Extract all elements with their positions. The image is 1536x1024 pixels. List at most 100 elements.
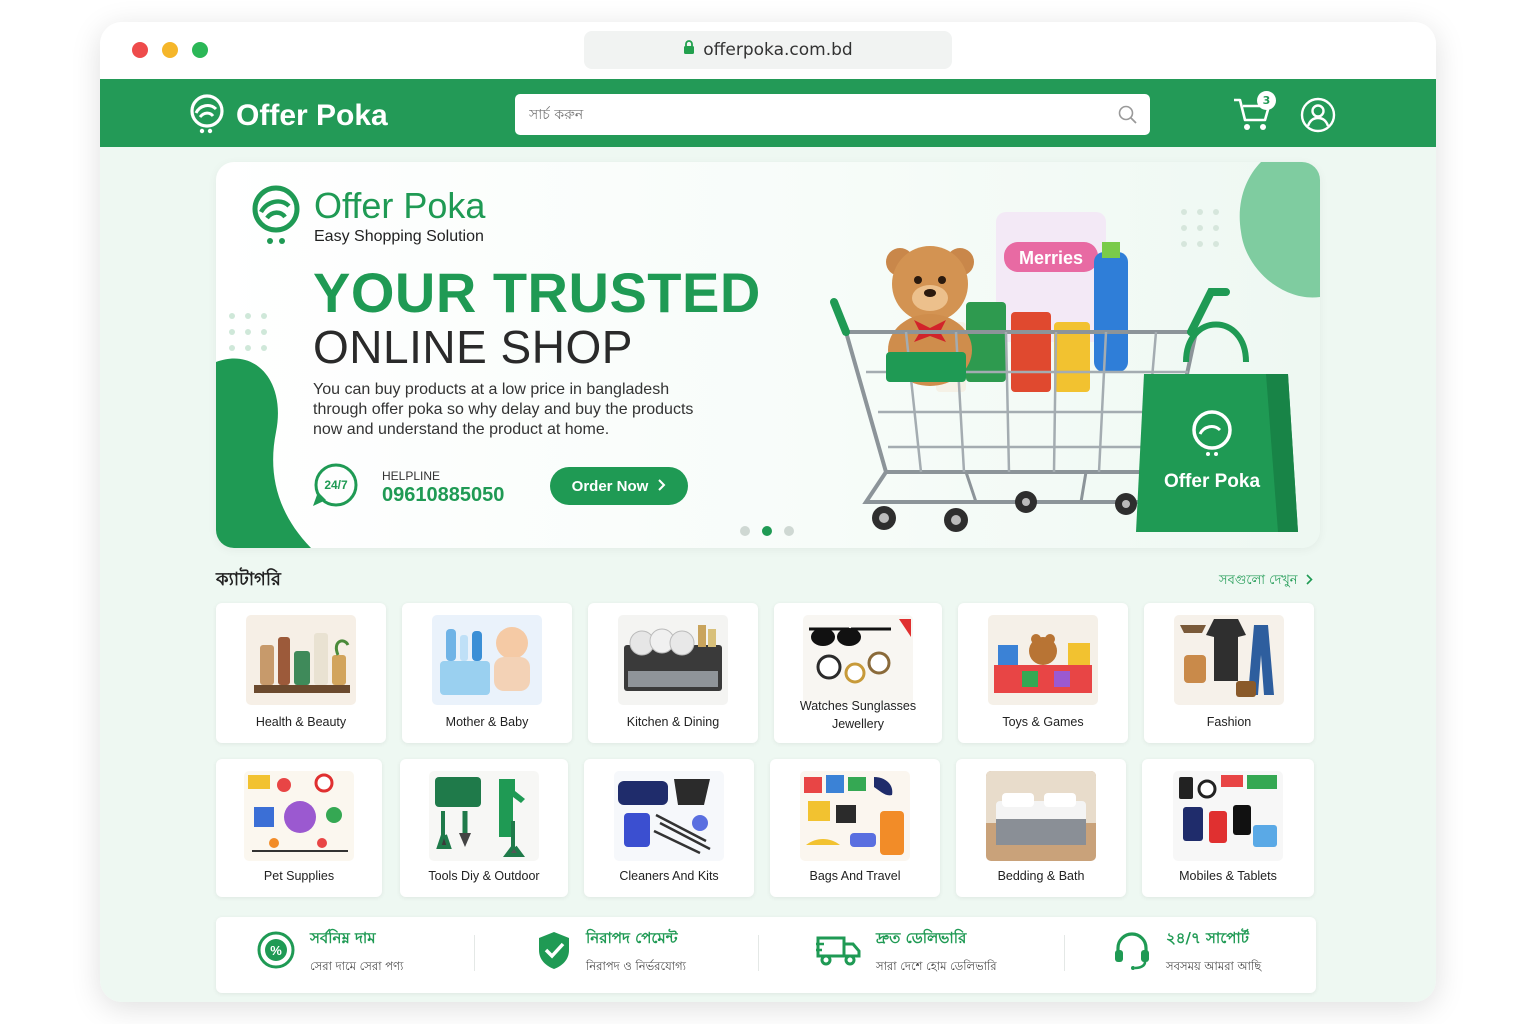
- shield-check-icon: [536, 930, 572, 974]
- feature-title: ২৪/৭ সাপোর্ট: [1166, 929, 1249, 947]
- minimize-window-dot[interactable]: [162, 42, 178, 58]
- feature-subtitle: সারা দেশে হোম ডেলিভারি: [876, 959, 997, 973]
- category-card[interactable]: Tools Diy & Outdoor: [400, 759, 568, 897]
- category-label: Health & Beauty: [255, 715, 347, 729]
- category-card[interactable]: Health & Beauty: [216, 603, 386, 743]
- lock-icon: [683, 40, 695, 60]
- logo-mark-icon: [250, 184, 302, 250]
- feature-title: দ্রুত ডেলিভারি: [876, 929, 967, 947]
- hero-logo: Offer Poka Easy Shopping Solution: [250, 184, 485, 250]
- delivery-truck-icon: [816, 932, 862, 972]
- shopping-bag: Offer Poka: [1136, 321, 1298, 532]
- clothing-image: [1174, 615, 1284, 705]
- divider: [474, 935, 475, 971]
- page-content: Offer Poka Easy Shopping Solution YOUR T…: [100, 147, 1436, 1002]
- site-header: Offer Poka 3: [100, 79, 1436, 147]
- helpline-number[interactable]: 09610885050: [382, 484, 504, 507]
- category-card[interactable]: Mother & Baby: [402, 603, 572, 743]
- category-label: Fashion: [1206, 715, 1252, 729]
- carousel-dot-active[interactable]: [762, 526, 772, 536]
- headset-icon: [1112, 930, 1152, 974]
- cosmetics-bottles-image: [246, 615, 356, 705]
- chevron-right-icon: [658, 478, 666, 495]
- categories-title: ক্যাটাগরি: [216, 569, 281, 590]
- feature-fast-delivery: দ্রুত ডেলিভারি সারা দেশে হোম ডেলিভারি: [816, 927, 997, 977]
- category-label: Tools Diy & Outdoor: [428, 869, 540, 883]
- bag-brand-text: Offer Poka: [1164, 471, 1261, 492]
- cart-count-badge: 3: [1257, 91, 1276, 110]
- category-label: Cleaners And Kits: [619, 869, 719, 883]
- bed-image: [986, 771, 1096, 861]
- chevron-right-icon: [1306, 574, 1313, 589]
- dots-pattern-left: [229, 313, 267, 351]
- maximize-window-dot[interactable]: [192, 42, 208, 58]
- baby-care-image: [432, 615, 542, 705]
- category-card[interactable]: Watches Sunglasses Jewellery: [774, 603, 942, 743]
- category-card[interactable]: Kitchen & Dining: [588, 603, 758, 743]
- toy-blocks-image: [988, 615, 1098, 705]
- category-card[interactable]: Bags And Travel: [770, 759, 940, 897]
- watches-sunglasses-image: [803, 615, 913, 705]
- hero-description: You can buy products at a low price in b…: [313, 381, 694, 438]
- category-label: Bags And Travel: [809, 869, 901, 883]
- order-now-button[interactable]: Order Now: [550, 467, 688, 505]
- browser-chrome: offerpoka.com.bd: [100, 22, 1436, 79]
- hero-brand-name: Offer Poka: [314, 185, 486, 226]
- carousel-dot[interactable]: [740, 526, 750, 536]
- category-card[interactable]: Fashion: [1144, 603, 1314, 743]
- spray-bottle: [1094, 252, 1128, 372]
- url-text: offerpoka.com.bd: [703, 40, 853, 60]
- category-label: Pet Supplies: [263, 869, 335, 883]
- category-label: Watches Sunglasses Jewellery: [799, 699, 917, 731]
- hero-headline-primary: YOUR TRUSTED: [313, 261, 761, 324]
- divider: [758, 935, 759, 971]
- carousel-dot[interactable]: [784, 526, 794, 536]
- phones-accessories-image: [1173, 771, 1283, 861]
- feature-lowest-price: % সর্বনিম্ন দাম সেরা দামে সেরা পণ্য: [256, 927, 403, 977]
- category-card[interactable]: Mobiles & Tablets: [1142, 759, 1314, 897]
- category-card[interactable]: Cleaners And Kits: [584, 759, 754, 897]
- category-card[interactable]: Bedding & Bath: [956, 759, 1126, 897]
- close-window-dot[interactable]: [132, 42, 148, 58]
- category-label: Bedding & Bath: [997, 869, 1085, 883]
- feature-support: ২৪/৭ সাপোর্ট সবসময় আমরা আছি: [1112, 927, 1261, 977]
- user-account-icon[interactable]: [1300, 97, 1336, 137]
- category-card[interactable]: Toys & Games: [958, 603, 1128, 743]
- hero-headline-secondary: ONLINE SHOP: [313, 321, 633, 373]
- order-now-label: Order Now: [571, 477, 649, 495]
- feature-subtitle: নিরাপদ ও নির্ভরযোগ্য: [586, 959, 686, 973]
- features-strip: % সর্বনিম্ন দাম সেরা দামে সেরা পণ্য নিরাপ…: [216, 917, 1316, 993]
- search-input[interactable]: [515, 94, 1150, 135]
- helpline-icon-text: 24/7: [324, 478, 348, 492]
- site-logo[interactable]: Offer Poka: [188, 93, 388, 139]
- category-card[interactable]: Pet Supplies: [216, 759, 382, 897]
- pet-toys-image: [244, 771, 354, 861]
- cleaning-kit-image: [614, 771, 724, 861]
- svg-text:Merries: Merries: [1019, 248, 1083, 268]
- helpline-24-7-icon: 24/7: [310, 462, 362, 514]
- feature-title: নিরাপদ পেমেন্ট: [586, 929, 678, 947]
- address-bar[interactable]: offerpoka.com.bd: [584, 31, 952, 69]
- see-all-label: সবগুলো দেখুন: [1219, 573, 1298, 588]
- category-label: Toys & Games: [1002, 715, 1084, 729]
- browser-window: offerpoka.com.bd Offer Poka সার্চ করুন 3…: [100, 22, 1436, 1002]
- shopping-cart-illustration: Merries Offer Poka: [830, 212, 1298, 532]
- travel-bags-image: [800, 771, 910, 861]
- feature-subtitle: সবসময় আমরা আছি: [1166, 959, 1262, 973]
- hero-tagline: Easy Shopping Solution: [314, 228, 484, 245]
- search-icon[interactable]: [1118, 105, 1138, 129]
- hero-banner: Offer Poka Easy Shopping Solution YOUR T…: [216, 162, 1320, 548]
- see-all-link[interactable]: সবগুলো দেখুন: [1219, 571, 1313, 592]
- divider: [1064, 935, 1065, 971]
- helpline-label: HELPLINE: [382, 469, 441, 483]
- category-label: Mother & Baby: [445, 715, 529, 729]
- svg-text:%: %: [270, 943, 282, 958]
- garden-tools-image: [429, 771, 539, 861]
- feature-subtitle: সেরা দামে সেরা পণ্য: [310, 959, 404, 973]
- hero-left-blob: [216, 358, 311, 548]
- category-label: Mobiles & Tablets: [1179, 869, 1277, 883]
- feature-title: সর্বনিম্ন দাম: [310, 929, 376, 947]
- percent-badge-icon: %: [256, 930, 296, 974]
- feature-secure-payment: নিরাপদ পেমেন্ট নিরাপদ ও নির্ভরযোগ্য: [536, 927, 686, 977]
- logo-mark-icon: [188, 93, 226, 139]
